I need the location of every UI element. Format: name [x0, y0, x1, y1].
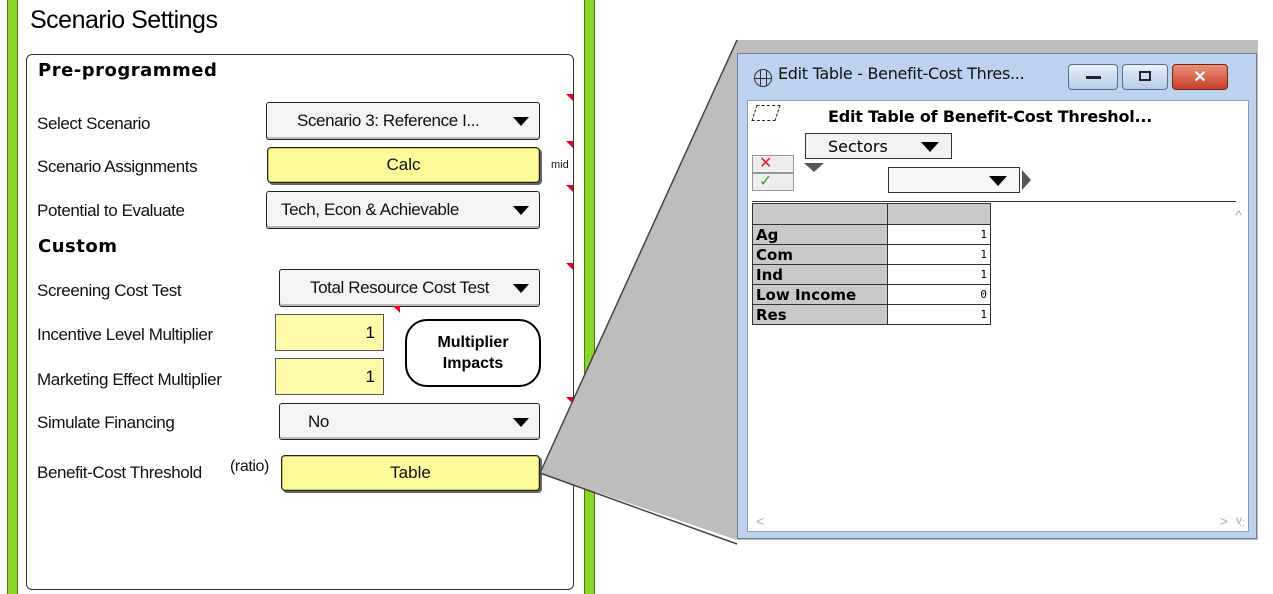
- table-row: Res 1: [752, 304, 991, 325]
- row-value-cell[interactable]: 1: [887, 264, 991, 285]
- table-header-row: [752, 203, 991, 225]
- minimize-button[interactable]: [1068, 64, 1118, 90]
- row-value-cell[interactable]: 1: [887, 224, 991, 245]
- triangle-right-icon: [1022, 170, 1031, 190]
- table-heading: Edit Table of Benefit-Cost Threshol...: [828, 107, 1153, 126]
- triangle-down-icon: [804, 163, 824, 172]
- table-row: Com 1: [752, 244, 991, 265]
- edit-table-client: Edit Table of Benefit-Cost Threshol... S…: [747, 100, 1249, 532]
- row-label: Ind: [752, 264, 888, 285]
- scroll-right-icon[interactable]: >: [1220, 513, 1228, 529]
- cancel-icon[interactable]: ✕: [752, 155, 794, 173]
- chevron-down-icon: [989, 176, 1007, 186]
- corner-cell: [752, 203, 888, 225]
- definition-icon: [751, 105, 781, 121]
- accept-icon[interactable]: ✓: [752, 173, 794, 191]
- row-value-cell[interactable]: 1: [887, 304, 991, 325]
- sectors-value: Sectors: [828, 137, 888, 156]
- edit-table-grid: Ag 1 Com 1 Ind 1 Low Income 0 Res 1: [752, 203, 991, 325]
- table-row: Ag 1: [752, 224, 991, 245]
- resize-grip-icon[interactable]: .:: [1239, 518, 1245, 529]
- chevron-down-icon: [921, 142, 939, 152]
- sectors-dropdown[interactable]: Sectors: [805, 133, 952, 159]
- table-icon: [754, 69, 772, 87]
- minimize-icon: [1086, 76, 1101, 79]
- window-title: Edit Table - Benefit-Cost Thres...: [778, 64, 1025, 83]
- maximize-button[interactable]: [1122, 64, 1168, 90]
- close-icon: ✕: [1193, 69, 1207, 86]
- row-label: Com: [752, 244, 888, 265]
- table-row: Ind 1: [752, 264, 991, 285]
- scroll-left-icon[interactable]: <: [756, 513, 764, 529]
- row-label: Low Income: [752, 284, 888, 305]
- column-index-dropdown[interactable]: [888, 167, 1020, 193]
- row-label: Res: [752, 304, 888, 325]
- edit-table-window: Edit Table - Benefit-Cost Thres... ✕ Edi…: [737, 53, 1257, 539]
- row-value-cell[interactable]: 1: [887, 244, 991, 265]
- close-button[interactable]: ✕: [1172, 64, 1228, 90]
- table-row: Low Income 0: [752, 284, 991, 305]
- scroll-up-icon[interactable]: ^: [1235, 207, 1242, 223]
- maximize-icon: [1139, 71, 1151, 81]
- grid-top-border: [752, 201, 1236, 202]
- column-header-cell: [887, 203, 991, 225]
- row-value-cell[interactable]: 0: [887, 284, 991, 305]
- row-label: Ag: [752, 224, 888, 245]
